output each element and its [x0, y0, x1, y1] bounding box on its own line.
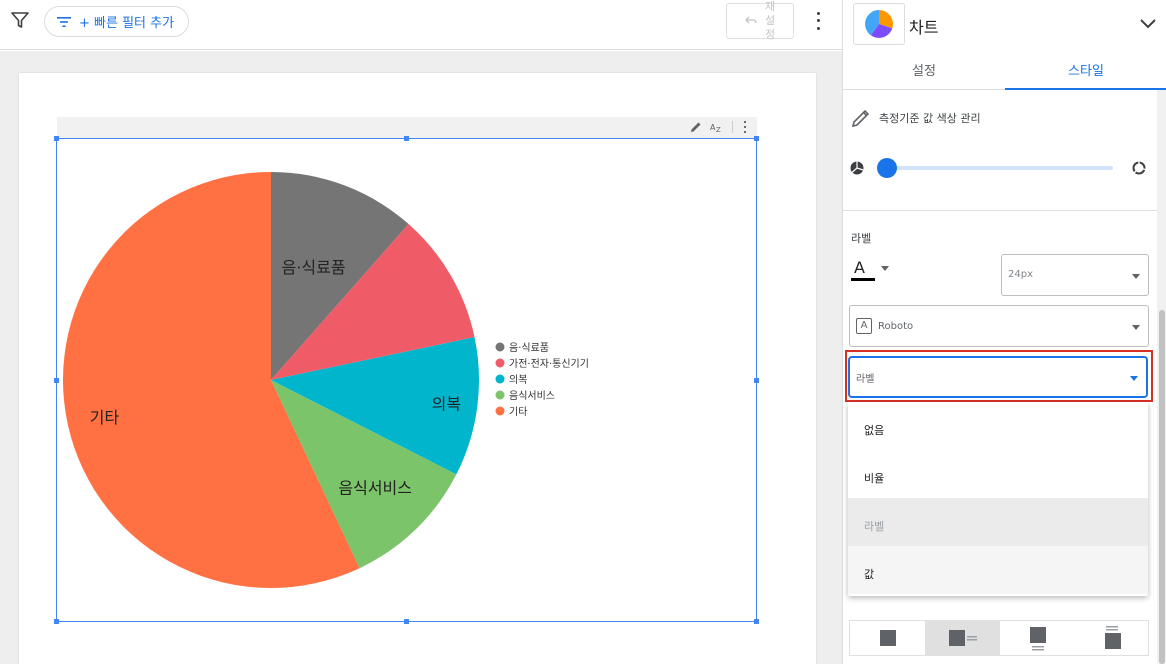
font-size-select[interactable]: 24px: [1001, 254, 1149, 296]
font-color-button[interactable]: A: [851, 258, 891, 284]
font-color-swatch: [851, 278, 875, 281]
slice-data-label: 기타: [90, 408, 120, 427]
legend-item[interactable]: 의복: [495, 374, 528, 386]
text-color-icon: A: [854, 258, 865, 277]
pie-icon: [850, 161, 864, 175]
font-family-value: Roboto: [878, 321, 914, 332]
legend-item[interactable]: 음식서비스: [495, 390, 556, 402]
legend-item[interactable]: 기타: [495, 406, 528, 418]
donut-slider-track[interactable]: [887, 166, 1113, 170]
legend-swatch: [495, 342, 505, 352]
donut-slider-row: [849, 158, 1149, 178]
style-options: 측정기준 값 색상 관리 라벨 A 24px A Roboto 라벨 없음 비율…: [843, 90, 1157, 664]
pie-chart[interactable]: 음·식료품의복음식서비스기타음·식료품가전·전자·통신기기의복음식서비스기타: [0, 0, 842, 664]
legend-position-group: [849, 620, 1149, 656]
legend-swatch: [495, 358, 505, 368]
legend-label: 의복: [509, 374, 527, 386]
caret-down-icon: [1130, 376, 1138, 381]
slice-data-label: 의복: [432, 394, 461, 413]
tab-setup[interactable]: 설정: [843, 50, 1005, 89]
manage-dimension-colors-label: 측정기준 값 색상 관리: [879, 112, 981, 125]
option-none[interactable]: 없음: [848, 402, 1148, 450]
legend-none-icon: [880, 630, 896, 646]
option-percent[interactable]: 비율: [848, 450, 1148, 498]
panel-header: 차트: [843, 0, 1166, 50]
pencil-icon: [851, 109, 870, 128]
label-type-select[interactable]: 라벨: [848, 356, 1148, 398]
legend-right-button[interactable]: [925, 621, 1000, 655]
panel-title: 차트: [909, 18, 939, 37]
slice-data-label: 음·식료품: [282, 258, 346, 277]
font-family-icon: A: [856, 318, 872, 334]
legend-bottom-button[interactable]: [1000, 621, 1075, 655]
legend-top-icon: [1105, 626, 1121, 649]
caret-down-icon: [881, 266, 889, 271]
legend-bottom-icon: [1030, 627, 1046, 651]
donut-icon: [1132, 161, 1146, 175]
legend-label: 기타: [509, 406, 527, 418]
chevron-down-icon[interactable]: [1139, 16, 1157, 30]
legend-item[interactable]: 가전·전자·통신기기: [495, 358, 589, 370]
label-type-dropdown: 없음 비율 라벨 값: [848, 402, 1148, 596]
option-label[interactable]: 라벨: [848, 498, 1148, 546]
donut-slider-thumb[interactable]: [877, 158, 897, 178]
legend-swatch: [495, 406, 505, 416]
legend-label: 음식서비스: [509, 390, 555, 402]
slice-data-label: 음식서비스: [338, 479, 412, 498]
scrollbar-thumb[interactable]: [1159, 310, 1165, 664]
pie-chart-icon: [865, 10, 893, 38]
properties-panel: 차트 설정 스타일 측정기준 값 색상 관리 라벨 A 24px A Robot…: [842, 0, 1166, 664]
legend-item[interactable]: 음·식료품: [495, 342, 549, 354]
panel-scrollbar[interactable]: [1157, 90, 1166, 664]
labels-section-title: 라벨: [851, 232, 872, 245]
legend-none-button[interactable]: [850, 621, 925, 655]
option-value[interactable]: 값: [848, 546, 1148, 594]
font-size-value: 24px: [1008, 269, 1033, 280]
legend-swatch: [495, 374, 505, 384]
caret-down-icon: [1132, 325, 1140, 330]
legend-swatch: [495, 390, 505, 400]
section-divider: [843, 210, 1157, 211]
legend-top-button[interactable]: [1075, 621, 1150, 655]
panel-tabs: 설정 스타일: [843, 50, 1166, 90]
chart-type-selector[interactable]: [853, 3, 905, 45]
legend-label: 가전·전자·통신기기: [509, 358, 589, 370]
font-family-select[interactable]: A Roboto: [849, 305, 1149, 347]
tab-style[interactable]: 스타일: [1005, 50, 1166, 90]
legend-label: 음·식료품: [509, 342, 549, 354]
manage-dimension-colors-link[interactable]: 측정기준 값 색상 관리: [851, 108, 981, 128]
legend-right-icon: [949, 630, 977, 646]
caret-down-icon: [1132, 274, 1140, 279]
label-type-value: 라벨: [856, 374, 875, 385]
